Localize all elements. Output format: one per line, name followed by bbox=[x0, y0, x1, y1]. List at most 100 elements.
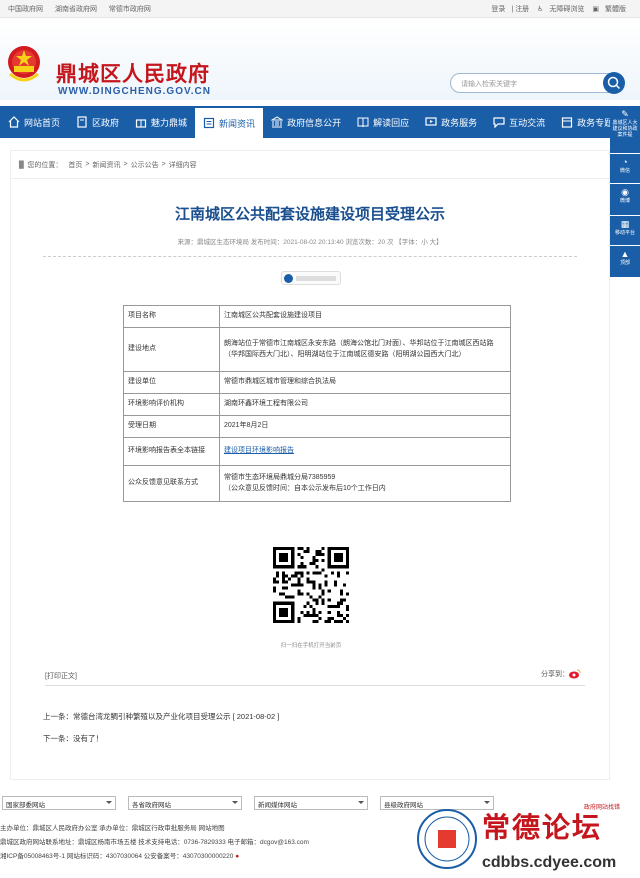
print-button[interactable]: [打印正文] bbox=[45, 671, 77, 681]
arrow-up-icon: ▲ bbox=[620, 249, 630, 259]
link-hunan-gov[interactable]: 湖南省政府网 bbox=[55, 6, 97, 13]
link-select-1[interactable]: 各省政府网站 bbox=[128, 796, 242, 810]
sidebar-item-3[interactable]: ▦ 移动平台 bbox=[610, 216, 640, 246]
weibo-icon[interactable] bbox=[569, 669, 581, 679]
location-icon: ▉ bbox=[19, 161, 25, 169]
sidebar-item-1[interactable]: ◔ 微信 bbox=[610, 154, 640, 184]
traditional-chinese-link[interactable]: 繁體版 bbox=[605, 6, 626, 13]
header: 鼎城区人民政府 WWW.DINGCHENG.GOV.CN 请输入检索关键字 bbox=[0, 18, 640, 100]
breadcrumb-home[interactable]: 首页 bbox=[68, 160, 82, 170]
table-row: 环境影响报告表全本链接 建设项目环境影响报告 bbox=[123, 437, 511, 466]
watermark-text: 常德论坛 bbox=[482, 811, 603, 844]
search-box[interactable]: 请输入检索关键字 bbox=[450, 72, 625, 94]
sidebar-label: 顶部 bbox=[619, 259, 630, 266]
edit-icon: ✎ bbox=[621, 109, 629, 119]
breadcrumb: ▉ 您的位置： 首页 > 新闻资讯 > 公示公告 > 详细内容 bbox=[11, 151, 609, 179]
row-value: 朗海站位于常德市江南城区永安东路（朗海公馆北门对面）、华邦站位于江南城区西站路（… bbox=[224, 339, 494, 358]
article-meta: 来源：鼎城区生态环境局 发布时间：2021-08-02 20:13:40 浏览次… bbox=[177, 239, 443, 246]
nav-item-5[interactable]: 解读回应 bbox=[349, 106, 417, 138]
calendar-icon bbox=[562, 117, 573, 128]
nav-item-4[interactable]: 政府信息公开 bbox=[263, 106, 349, 138]
row-key: 建设地点 bbox=[123, 327, 220, 372]
table-row: 建设单位 常德市鼎城区城市管理和综合执法局 bbox=[123, 371, 511, 394]
site-url: WWW.DINGCHENG.GOV.CN bbox=[58, 86, 211, 97]
table-row: 受理日期 2021年8月2日 bbox=[123, 415, 511, 438]
accessibility-link[interactable]: 无障碍浏览 bbox=[549, 6, 584, 13]
article-title: 江南城区公共配套设施建设项目受理公示 bbox=[174, 206, 445, 223]
traditional-icon: ▣ bbox=[592, 5, 599, 13]
mobile-icon: ▦ bbox=[620, 219, 630, 229]
sidebar-item-2[interactable]: ◉ 微博 bbox=[610, 184, 640, 216]
row-value: 江南城区公共配套设施建设项目 bbox=[224, 312, 322, 320]
breadcrumb-notice[interactable]: 公示公告 bbox=[131, 160, 159, 170]
watermark-url: cdbbs.cdyee.com bbox=[482, 854, 617, 871]
row-value: 常德市生态环境局鼎城分局7385959 bbox=[224, 473, 336, 481]
register-link[interactable]: 注册 bbox=[515, 6, 529, 13]
info-table: 项目名称 江南城区公共配套设施建设项目 建设地点 朗海站位于常德市江南城区永安东路（朗… bbox=[123, 305, 511, 502]
table-row: 公众反馈意见联系方式 常德市生态环境局鼎城分局7385959 （公众意见反馈时间：自… bbox=[123, 465, 511, 502]
link-changde-gov[interactable]: 常德市政府网 bbox=[109, 6, 151, 13]
row-value-cell: 湖南环鑫环境工程有限公司 bbox=[219, 393, 511, 416]
sidebar-item-4[interactable]: ▲ 顶部 bbox=[610, 246, 640, 278]
nav-item-label: 网站首页 bbox=[24, 117, 61, 128]
gift-icon bbox=[135, 119, 147, 128]
table-row: 环境影响评价机构 湖南环鑫环境工程有限公司 bbox=[123, 393, 511, 416]
row-value-cell: 朗海站位于常德市江南城区永安东路（朗海公馆北门对面）、华邦站位于江南城区西站路（… bbox=[219, 327, 511, 372]
nav-item-label: 区政府 bbox=[92, 117, 120, 128]
table-row: 建设地点 朗海站位于常德市江南城区永安东路（朗海公馆北门对面）、华邦站位于江南城区… bbox=[123, 327, 511, 372]
site-title: 鼎城区人民政府 bbox=[56, 63, 210, 86]
nav-item-label: 互动交流 bbox=[509, 117, 546, 128]
row-key: 受理日期 bbox=[123, 415, 220, 438]
prev-article-link[interactable]: 上一条：常德台湾龙鲷引种繁殖以及产业化项目受理公示 [ 2021-08-02 ] bbox=[43, 711, 279, 722]
building-icon bbox=[77, 116, 87, 128]
national-emblem-icon bbox=[8, 46, 40, 82]
bank-icon bbox=[271, 116, 284, 128]
nav-item-1[interactable]: 区政府 bbox=[68, 106, 127, 138]
sidebar-label: 鼎城区人大建议和协政案件提 bbox=[612, 119, 638, 138]
link-select-0[interactable]: 国家部委网站 bbox=[2, 796, 116, 810]
breadcrumb-news[interactable]: 新闻资讯 bbox=[92, 160, 120, 170]
row-key: 公众反馈意见联系方式 bbox=[123, 465, 220, 502]
report-link[interactable]: 建设项目环境影响报告 bbox=[224, 447, 294, 454]
play-icon[interactable] bbox=[284, 274, 293, 283]
row-value-note: （公众意见反馈时间：自本公示发布后10个工作日内 bbox=[224, 484, 386, 492]
row-key: 建设单位 bbox=[123, 371, 220, 394]
top-links: 中国政府网 湖南省政府网 常德市政府网 bbox=[8, 4, 161, 14]
nav-item-2[interactable]: 魅力鼎城 bbox=[127, 106, 195, 138]
home-icon bbox=[8, 116, 20, 128]
sidebar-item-0[interactable]: ✎ 鼎城区人大建议和协政案件提 bbox=[610, 106, 640, 154]
sidebar-label: 移动平台 bbox=[614, 229, 635, 236]
nav-item-label: 解读回应 bbox=[373, 117, 410, 128]
meta-divider bbox=[43, 256, 577, 257]
monitor-icon bbox=[425, 117, 437, 126]
search-button[interactable] bbox=[603, 72, 625, 94]
nav-item-7[interactable]: 互动交流 bbox=[485, 106, 553, 138]
audio-progress[interactable] bbox=[296, 276, 336, 281]
link-select-2[interactable]: 新闻媒体网站 bbox=[254, 796, 368, 810]
watermark: 政府网站找错 常德论坛 cdbbs.cdyee.com bbox=[414, 800, 640, 878]
sidebar-label: 微信 bbox=[619, 167, 630, 174]
row-key: 环境影响评价机构 bbox=[123, 393, 220, 416]
book-icon bbox=[357, 117, 369, 128]
nav-item-label: 政务专题 bbox=[577, 117, 614, 128]
nav-item-6[interactable]: 政务服务 bbox=[417, 106, 485, 138]
main-nav: 网站首页 区政府 魅力鼎城 新闻资讯 政府信息公开 解读回应 政务服务 互动交流 政务专题 bbox=[0, 106, 640, 138]
news-icon bbox=[203, 117, 215, 129]
right-sidebar: ✎ 鼎城区人大建议和协政案件提 ◔ 微信 ◉ 微博 ▦ 移动平台 ▲ 顶部 bbox=[610, 106, 640, 278]
share-bar: 分享到： bbox=[541, 669, 581, 679]
nav-item-label: 政务服务 bbox=[441, 117, 478, 128]
next-article-link[interactable]: 下一条：没有了！ bbox=[43, 733, 103, 744]
qr-caption: 扫一扫在手机打开当前页 bbox=[280, 643, 342, 649]
wechat-icon: ◔ bbox=[622, 157, 628, 167]
row-value: 常德市鼎城区城市管理和综合执法局 bbox=[224, 378, 336, 386]
audio-player[interactable] bbox=[281, 271, 341, 285]
nav-item-label: 政府信息公开 bbox=[287, 117, 342, 128]
nav-item-3[interactable]: 新闻资讯 bbox=[195, 106, 264, 138]
row-value: 2021年8月2日 bbox=[224, 422, 269, 430]
login-link[interactable]: 登录 bbox=[491, 6, 505, 13]
search-placeholder[interactable]: 请输入检索关键字 bbox=[461, 79, 517, 89]
nav-item-0[interactable]: 网站首页 bbox=[0, 106, 68, 138]
chat-icon bbox=[493, 117, 505, 128]
row-value-cell: 2021年8月2日 bbox=[219, 415, 511, 438]
link-central-gov[interactable]: 中国政府网 bbox=[8, 6, 43, 13]
